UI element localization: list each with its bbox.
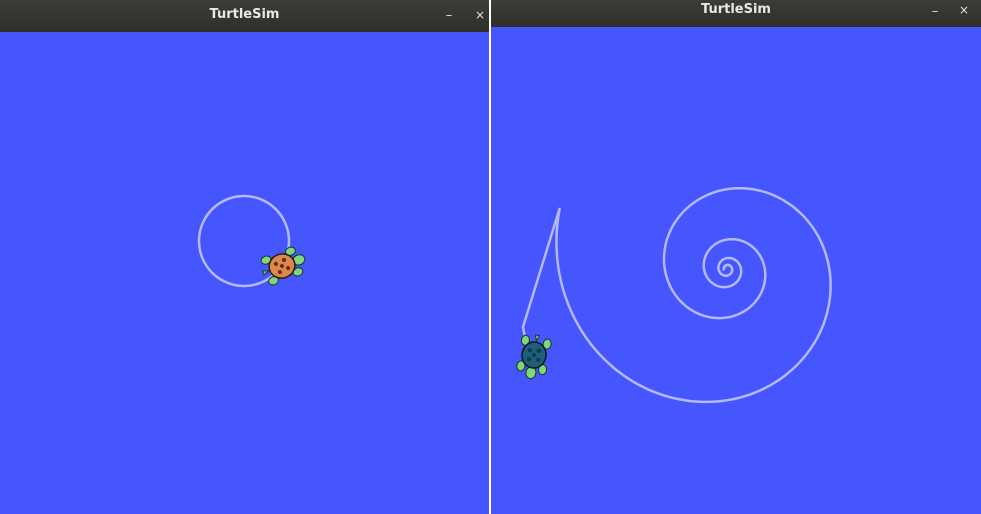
pen-trail-spiral	[521, 186, 832, 404]
close-button[interactable]: ×	[956, 0, 972, 20]
minimize-button[interactable]: –	[441, 0, 457, 32]
title-bar[interactable]: TurtleSim – ×	[491, 0, 981, 27]
turtle-canvas	[491, 27, 981, 514]
title-bar[interactable]: TurtleSim – ×	[0, 0, 489, 32]
desktop: TurtleSim – × TurtleSim – ×	[0, 0, 981, 514]
turtlesim-window-left: TurtleSim – ×	[0, 0, 489, 514]
window-title: TurtleSim	[701, 2, 771, 17]
turtle-blue-icon	[516, 334, 552, 380]
turtle-canvas	[0, 32, 489, 514]
canvas-drawing	[516, 186, 832, 404]
minimize-button[interactable]: –	[927, 0, 943, 24]
close-button[interactable]: ×	[472, 0, 488, 30]
canvas-drawing	[197, 194, 306, 288]
window-title: TurtleSim	[209, 7, 280, 22]
turtlesim-window-right: TurtleSim – ×	[491, 0, 981, 514]
